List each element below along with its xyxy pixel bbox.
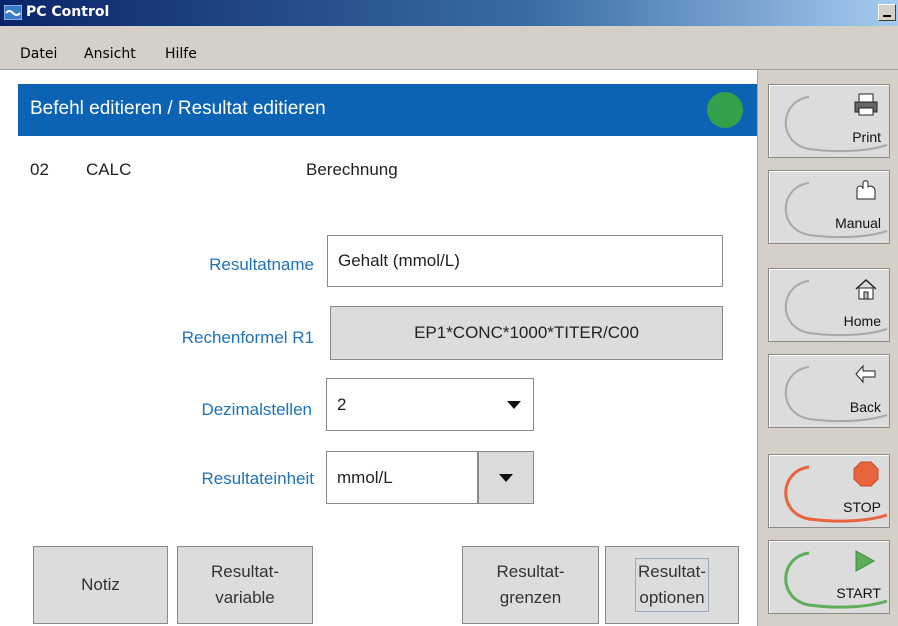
resultname-input[interactable]: Gehalt (mmol/L): [327, 235, 723, 287]
back-label: Back: [849, 399, 881, 415]
minimize-icon: [883, 15, 891, 17]
result-variable-label-1: Resultat-: [210, 562, 280, 581]
notiz-label: Notiz: [81, 575, 120, 594]
decimals-value: 2: [337, 395, 347, 414]
result-options-button[interactable]: Resultat- optionen: [605, 546, 739, 624]
stop-button[interactable]: STOP: [768, 454, 890, 528]
command-description: Berechnung: [306, 160, 398, 179]
page-header: Befehl editieren / Resultat editieren: [18, 84, 757, 136]
hand-icon: [856, 180, 876, 200]
menu-bar: Datei Ansicht Hilfe: [0, 26, 898, 70]
window-title: PC Control: [26, 4, 110, 20]
result-variable-button[interactable]: Resultat- variable: [177, 546, 313, 624]
print-button[interactable]: Print: [768, 84, 890, 158]
main-panel: Befehl editieren / Resultat editieren 02…: [0, 70, 757, 626]
home-label: Home: [843, 313, 881, 329]
page-title: Befehl editieren / Resultat editieren: [30, 98, 326, 119]
side-button-bar: Print Manual Home Back STOP START: [757, 70, 898, 626]
menu-ansicht[interactable]: Ansicht: [84, 46, 136, 62]
window-titlebar: PC Control: [0, 0, 898, 26]
start-label: START: [836, 585, 881, 601]
result-variable-label-2: variable: [215, 588, 275, 607]
start-button[interactable]: START: [768, 540, 890, 614]
command-number: 02: [30, 160, 49, 179]
menu-datei[interactable]: Datei: [20, 46, 57, 62]
notiz-button[interactable]: Notiz: [33, 546, 168, 624]
print-label: Print: [852, 129, 881, 145]
status-indicator: [707, 92, 743, 128]
unit-label: Resultateinheit: [201, 469, 314, 488]
app-logo-icon: [4, 5, 22, 20]
result-options-label-2: optionen: [639, 588, 705, 607]
formula-label: Rechenformel R1: [181, 328, 314, 347]
unit-input[interactable]: mmol/L: [326, 451, 478, 504]
manual-button[interactable]: Manual: [768, 170, 890, 244]
unit-dropdown-button[interactable]: [478, 451, 534, 504]
back-button[interactable]: Back: [768, 354, 890, 428]
menu-hilfe[interactable]: Hilfe: [165, 46, 197, 62]
stop-label: STOP: [843, 499, 881, 515]
result-limits-label-1: Resultat-: [496, 562, 565, 581]
manual-label: Manual: [835, 215, 881, 231]
home-button[interactable]: Home: [768, 268, 890, 342]
minimize-button[interactable]: [878, 4, 896, 21]
resultname-label: Resultatname: [209, 255, 314, 274]
focus-outline: Resultat- optionen: [634, 558, 710, 612]
formula-button[interactable]: EP1*CONC*1000*TITER/C00: [330, 306, 723, 360]
printer-icon: [854, 93, 878, 116]
stop-octagon-icon: [853, 461, 879, 487]
play-icon: [855, 550, 876, 572]
home-icon: [855, 278, 877, 300]
result-limits-label-2: grenzen: [499, 588, 562, 607]
back-arrow-icon: [855, 364, 876, 384]
result-limits-button[interactable]: Resultat- grenzen: [462, 546, 599, 624]
result-options-label-1: Resultat-: [637, 562, 707, 581]
decimals-label: Dezimalstellen: [201, 400, 312, 419]
chevron-down-icon: [507, 401, 521, 409]
chevron-down-icon: [499, 474, 513, 482]
command-name: CALC: [86, 160, 132, 179]
decimals-select[interactable]: 2: [326, 378, 534, 431]
